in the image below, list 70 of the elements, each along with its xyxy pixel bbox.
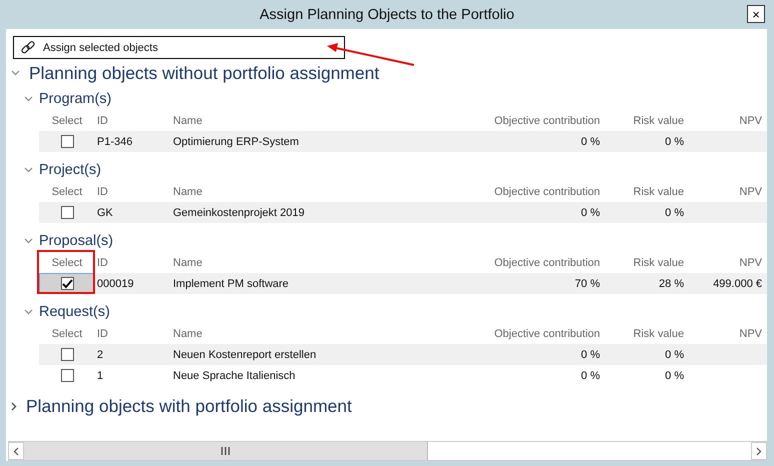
column-header: ID bbox=[96, 328, 109, 340]
column-header: NPV bbox=[738, 115, 762, 127]
table-cell-text: 0 % bbox=[580, 206, 600, 218]
table-cell-text: 1 bbox=[96, 370, 104, 382]
column-header: NPV bbox=[738, 186, 762, 198]
table-cell-text: 000019 bbox=[96, 278, 135, 290]
table-cell-text: Implement PM software bbox=[172, 278, 290, 290]
chevron-right-icon[interactable] bbox=[11, 402, 17, 410]
column-header: Name bbox=[172, 186, 204, 198]
table-cell-text: 0 % bbox=[580, 136, 600, 148]
column-header: Risk value bbox=[632, 186, 684, 198]
scroll-left-icon[interactable] bbox=[8, 442, 24, 460]
link-icon bbox=[20, 40, 36, 56]
column-header: Objective contribution bbox=[493, 186, 600, 198]
table-cell-text: Optimierung ERP-System bbox=[172, 136, 300, 148]
column-header: Risk value bbox=[632, 328, 684, 340]
column-header: Name bbox=[172, 115, 204, 127]
column-header: Select bbox=[50, 186, 84, 198]
scroll-right-icon[interactable] bbox=[751, 442, 767, 460]
assign-button[interactable]: Assign selected objects bbox=[13, 36, 345, 59]
table-cell-text: 0 % bbox=[664, 348, 684, 360]
table-cell-text: 0 % bbox=[664, 206, 684, 218]
group-title: Request(s) bbox=[39, 304, 110, 320]
table-cell-text: Neuen Kostenreport erstellen bbox=[172, 348, 318, 360]
table-cell-text: 499.000 € bbox=[712, 278, 762, 290]
table-cell-text: P1-346 bbox=[96, 136, 134, 148]
highlight-frame bbox=[37, 250, 95, 294]
table-cell-text: Neue Sprache Italienisch bbox=[172, 370, 296, 382]
chevron-down-icon[interactable] bbox=[11, 70, 20, 76]
column-header: Objective contribution bbox=[493, 115, 600, 127]
column-header: NPV bbox=[738, 257, 762, 269]
column-header: ID bbox=[96, 115, 109, 127]
section-title: Planning objects with portfolio assignment bbox=[26, 396, 352, 416]
checkbox[interactable] bbox=[60, 348, 74, 361]
table-cell-text: 2 bbox=[96, 348, 104, 360]
chevron-down-icon[interactable] bbox=[24, 309, 33, 315]
table-cell-text: 0 % bbox=[664, 136, 684, 148]
column-header: Objective contribution bbox=[493, 257, 600, 269]
checkbox[interactable] bbox=[60, 135, 74, 148]
chevron-down-icon[interactable] bbox=[24, 167, 33, 173]
chevron-down-icon[interactable] bbox=[24, 238, 33, 244]
table-cell-text: 0 % bbox=[580, 348, 600, 360]
column-header: Objective contribution bbox=[493, 328, 600, 340]
column-header: Select bbox=[50, 115, 84, 127]
window-title: Assign Planning Objects to the Portfolio bbox=[260, 6, 514, 22]
table-cell-text: Gemeinkostenprojekt 2019 bbox=[172, 206, 306, 218]
column-header: Select bbox=[50, 328, 84, 340]
column-header: Risk value bbox=[632, 257, 684, 269]
column-header: Name bbox=[172, 328, 204, 340]
table-cell-text: 0 % bbox=[580, 370, 600, 382]
table-cell-text: 28 % bbox=[658, 278, 684, 290]
column-header: Select bbox=[50, 257, 84, 269]
column-header: NPV bbox=[738, 328, 762, 340]
group-title: Proposal(s) bbox=[39, 233, 114, 249]
close-button[interactable]: × bbox=[747, 5, 765, 23]
group-title: Project(s) bbox=[39, 162, 102, 178]
group-title: Program(s) bbox=[39, 91, 112, 107]
scrollbar-thumb[interactable] bbox=[24, 442, 428, 460]
column-header: ID bbox=[96, 257, 109, 269]
checkbox[interactable] bbox=[60, 206, 74, 219]
column-header: Risk value bbox=[632, 115, 684, 127]
section-title: Planning objects without portfolio assignment bbox=[29, 62, 380, 84]
checkbox[interactable] bbox=[60, 369, 74, 382]
table-cell-text: GK bbox=[96, 206, 114, 218]
column-header: ID bbox=[96, 186, 109, 198]
column-header: Name bbox=[172, 257, 204, 269]
checkbox[interactable] bbox=[60, 277, 74, 290]
chevron-down-icon[interactable] bbox=[24, 96, 33, 102]
table-cell-text: 70 % bbox=[574, 278, 600, 290]
table-cell-text: 0 % bbox=[664, 370, 684, 382]
